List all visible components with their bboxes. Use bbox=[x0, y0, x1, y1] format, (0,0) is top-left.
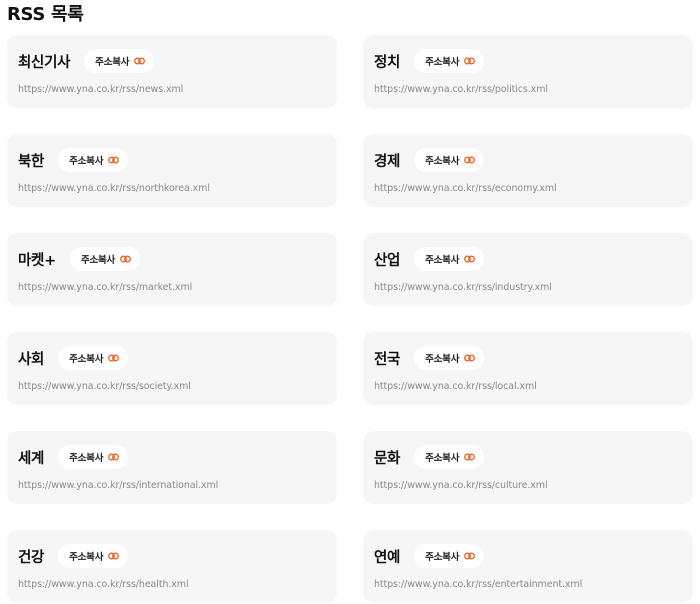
rss-feed-url: https://www.yna.co.kr/rss/news.xml bbox=[18, 84, 184, 95]
rss-category-name: 세계 bbox=[18, 450, 45, 467]
rss-feed-card: 산업 주소복사 https://www.yna.co.kr/rss/indust… bbox=[363, 233, 693, 306]
rss-feed-card: 최신기사 주소복사 https://www.yna.co.kr/rss/news… bbox=[7, 35, 337, 108]
link-icon bbox=[464, 255, 476, 263]
link-icon bbox=[108, 552, 120, 560]
rss-category-name: 경제 bbox=[374, 153, 401, 170]
copy-address-button[interactable]: 주소복사 bbox=[414, 148, 485, 172]
rss-feed-url: https://www.yna.co.kr/rss/northkorea.xml bbox=[18, 183, 210, 194]
copy-address-button[interactable]: 주소복사 bbox=[58, 346, 129, 370]
rss-feed-card: 연예 주소복사 https://www.yna.co.kr/rss/entert… bbox=[363, 530, 693, 603]
copy-address-button[interactable]: 주소복사 bbox=[84, 49, 155, 73]
link-icon bbox=[108, 354, 120, 362]
rss-category-name: 마켓+ bbox=[18, 252, 56, 269]
rss-feed-card: 건강 주소복사 https://www.yna.co.kr/rss/health… bbox=[7, 530, 337, 603]
rss-feed-card: 사회 주소복사 https://www.yna.co.kr/rss/societ… bbox=[7, 332, 337, 405]
rss-feed-list: 최신기사 주소복사 https://www.yna.co.kr/rss/news… bbox=[7, 35, 694, 603]
rss-category-name: 건강 bbox=[18, 549, 45, 566]
rss-feed-url: https://www.yna.co.kr/rss/health.xml bbox=[18, 579, 189, 590]
rss-category-name: 최신기사 bbox=[18, 54, 71, 71]
link-icon bbox=[464, 57, 476, 65]
link-icon bbox=[464, 453, 476, 461]
link-icon bbox=[464, 156, 476, 164]
rss-category-name: 전국 bbox=[374, 351, 401, 368]
copy-address-label: 주소복사 bbox=[425, 354, 460, 365]
rss-feed-card: 문화 주소복사 https://www.yna.co.kr/rss/cultur… bbox=[363, 431, 693, 504]
copy-address-button[interactable]: 주소복사 bbox=[69, 247, 141, 271]
link-icon bbox=[108, 453, 120, 461]
copy-address-button[interactable]: 주소복사 bbox=[414, 544, 485, 568]
link-icon bbox=[464, 552, 476, 560]
copy-address-label: 주소복사 bbox=[425, 453, 460, 464]
copy-address-label: 주소복사 bbox=[69, 354, 104, 365]
rss-feed-header: 연예 주소복사 bbox=[374, 543, 682, 569]
rss-category-name: 정치 bbox=[374, 54, 401, 71]
copy-address-button[interactable]: 주소복사 bbox=[414, 346, 485, 370]
copy-address-label: 주소복사 bbox=[425, 57, 460, 68]
link-icon bbox=[120, 255, 132, 263]
link-icon bbox=[134, 57, 146, 65]
rss-feed-url: https://www.yna.co.kr/rss/market.xml bbox=[18, 282, 193, 293]
rss-feed-header: 사회 주소복사 bbox=[18, 345, 326, 371]
rss-feed-header: 경제 주소복사 bbox=[374, 147, 682, 173]
rss-feed-header: 세계 주소복사 bbox=[18, 444, 326, 470]
copy-address-label: 주소복사 bbox=[69, 453, 104, 464]
copy-address-button[interactable]: 주소복사 bbox=[58, 544, 129, 568]
rss-category-name: 사회 bbox=[18, 351, 45, 368]
rss-category-name: 북한 bbox=[18, 153, 45, 170]
copy-address-label: 주소복사 bbox=[69, 552, 104, 563]
rss-feed-card: 북한 주소복사 https://www.yna.co.kr/rss/northk… bbox=[7, 134, 337, 207]
rss-feed-card: 정치 주소복사 https://www.yna.co.kr/rss/politi… bbox=[363, 35, 693, 108]
copy-address-button[interactable]: 주소복사 bbox=[58, 445, 129, 469]
rss-category-name: 문화 bbox=[374, 450, 401, 467]
rss-feed-url: https://www.yna.co.kr/rss/society.xml bbox=[18, 381, 191, 392]
link-icon bbox=[464, 354, 476, 362]
rss-feed-header: 마켓+ 주소복사 bbox=[18, 246, 326, 272]
copy-address-button[interactable]: 주소복사 bbox=[414, 247, 485, 271]
rss-feed-url: https://www.yna.co.kr/rss/politics.xml bbox=[374, 84, 548, 95]
copy-address-label: 주소복사 bbox=[95, 57, 130, 68]
rss-feed-header: 건강 주소복사 bbox=[18, 543, 326, 569]
rss-category-name: 산업 bbox=[374, 252, 401, 269]
copy-address-label: 주소복사 bbox=[425, 255, 460, 266]
copy-address-label: 주소복사 bbox=[425, 156, 460, 167]
copy-address-button[interactable]: 주소복사 bbox=[58, 148, 129, 172]
rss-feed-card: 세계 주소복사 https://www.yna.co.kr/rss/intern… bbox=[7, 431, 337, 504]
rss-feed-url: https://www.yna.co.kr/rss/international.… bbox=[18, 480, 219, 491]
rss-feed-card: 전국 주소복사 https://www.yna.co.kr/rss/local.… bbox=[363, 332, 693, 405]
rss-feed-url: https://www.yna.co.kr/rss/culture.xml bbox=[374, 480, 548, 491]
copy-address-button[interactable]: 주소복사 bbox=[414, 445, 485, 469]
rss-feed-header: 정치 주소복사 bbox=[374, 48, 682, 74]
rss-feed-url: https://www.yna.co.kr/rss/economy.xml bbox=[374, 183, 557, 194]
rss-feed-header: 북한 주소복사 bbox=[18, 147, 326, 173]
rss-feed-url: https://www.yna.co.kr/rss/industry.xml bbox=[374, 282, 552, 293]
link-icon bbox=[108, 156, 120, 164]
rss-feed-url: https://www.yna.co.kr/rss/local.xml bbox=[374, 381, 537, 392]
rss-feed-card: 경제 주소복사 https://www.yna.co.kr/rss/econom… bbox=[363, 134, 693, 207]
copy-address-button[interactable]: 주소복사 bbox=[414, 49, 485, 73]
copy-address-label: 주소복사 bbox=[80, 255, 116, 266]
rss-feed-url: https://www.yna.co.kr/rss/entertainment.… bbox=[374, 579, 583, 590]
copy-address-label: 주소복사 bbox=[425, 552, 460, 563]
rss-feed-card: 마켓+ 주소복사 https://www.yna.co.kr/rss/marke… bbox=[7, 233, 337, 306]
copy-address-label: 주소복사 bbox=[69, 156, 104, 167]
rss-feed-header: 최신기사 주소복사 bbox=[18, 48, 326, 74]
rss-feed-header: 산업 주소복사 bbox=[374, 246, 682, 272]
rss-category-name: 연예 bbox=[374, 549, 401, 566]
page-title: RSS 목록 bbox=[7, 4, 84, 25]
rss-feed-header: 문화 주소복사 bbox=[374, 444, 682, 470]
rss-feed-header: 전국 주소복사 bbox=[374, 345, 682, 371]
